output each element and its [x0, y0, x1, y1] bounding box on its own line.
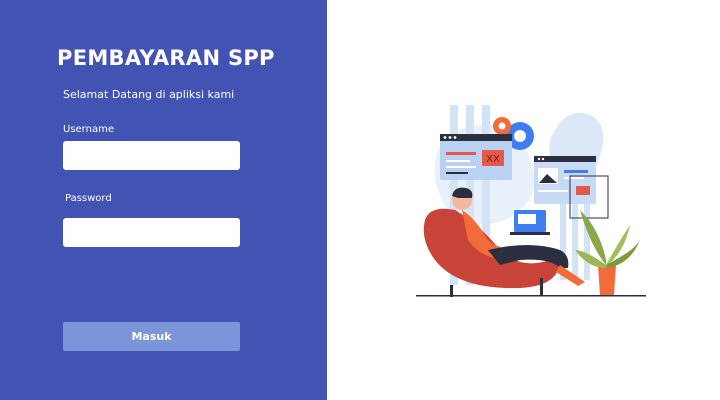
welcome-text: Selamat Datang di apliksi kami [63, 88, 235, 101]
login-panel: PEMBAYARAN SPP Selamat Datang di apliksi… [0, 0, 327, 400]
password-label: Password [65, 193, 112, 204]
person-with-laptop-illustration: XX [416, 105, 646, 297]
username-label: Username [63, 124, 114, 135]
username-field[interactable] [63, 141, 240, 170]
plant-icon [575, 210, 640, 295]
login-button[interactable]: Masuk [63, 322, 240, 351]
browser-window-right [534, 156, 596, 204]
laptop-icon [510, 210, 550, 235]
app-title: PEMBAYARAN SPP [57, 46, 275, 70]
browser-window-left: XX [440, 134, 512, 180]
password-field[interactable] [63, 218, 240, 247]
window-text: XX [486, 154, 500, 165]
